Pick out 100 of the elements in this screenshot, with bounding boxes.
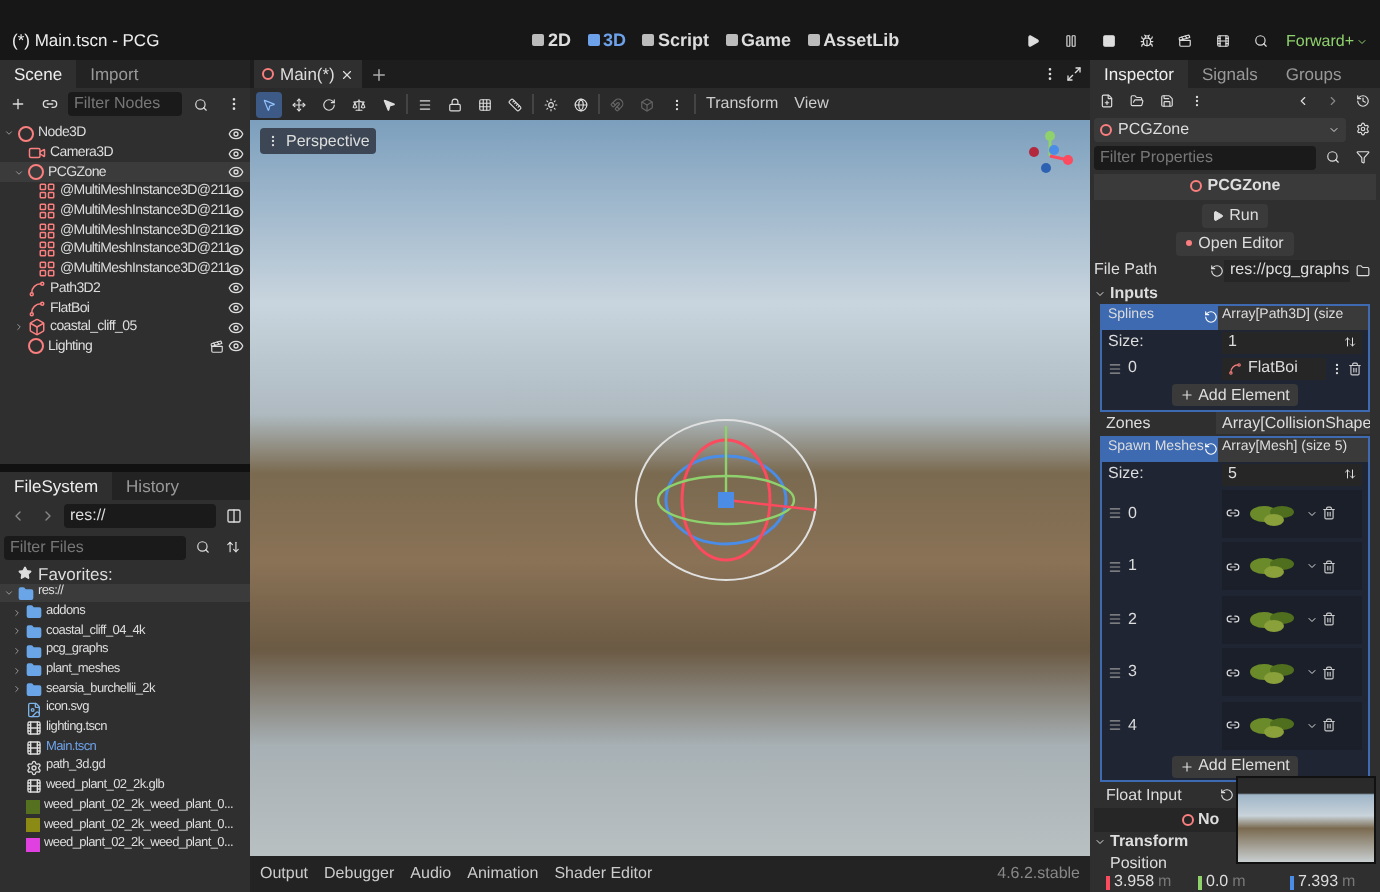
chevron-down-icon[interactable] xyxy=(14,167,24,178)
chevron-right-icon[interactable] xyxy=(14,322,24,333)
file-path-field[interactable]: res://pcg_graphs xyxy=(1224,259,1350,281)
eye-icon[interactable] xyxy=(228,338,244,355)
link-icon[interactable] xyxy=(1222,559,1242,574)
vector-field[interactable]: 3.958 m xyxy=(1106,870,1192,892)
open-editor-button[interactable]: Open Editor xyxy=(1176,231,1294,255)
trash-icon[interactable] xyxy=(1322,718,1336,733)
trash-icon[interactable] xyxy=(1322,612,1336,627)
filter-files-field[interactable]: Filter Files xyxy=(4,535,186,559)
mesh-icon xyxy=(28,318,46,337)
object-dropdown[interactable]: PCGZone xyxy=(1094,117,1346,141)
revert-icon[interactable] xyxy=(1220,788,1234,802)
size-spinbox[interactable]: 5 xyxy=(1222,463,1362,485)
eye-icon[interactable] xyxy=(228,241,244,258)
bottom-panel-tab[interactable]: Audio xyxy=(410,862,452,886)
chevron-down-icon[interactable] xyxy=(1306,560,1318,573)
path-field[interactable]: res:// xyxy=(64,504,216,528)
close-icon[interactable] xyxy=(340,67,355,81)
eye-icon[interactable] xyxy=(228,145,244,162)
chevron-down-icon[interactable] xyxy=(1094,836,1106,848)
trash-icon[interactable] xyxy=(1348,361,1362,375)
dock-tab[interactable]: Import xyxy=(76,60,153,88)
link-icon[interactable] xyxy=(1222,612,1242,627)
drag-handle-icon[interactable] xyxy=(1108,361,1122,375)
drag-handle-icon[interactable] xyxy=(1108,665,1122,680)
filter-properties-field[interactable]: Filter Properties xyxy=(1094,145,1316,169)
property-label: Zones xyxy=(1104,411,1153,435)
size-label: Size: xyxy=(1108,330,1146,354)
eye-icon[interactable] xyxy=(228,183,244,200)
drag-handle-icon[interactable] xyxy=(1108,718,1122,733)
dock-tab[interactable]: History xyxy=(112,472,193,500)
bottom-panel-tab[interactable]: Animation xyxy=(467,862,539,886)
dock-tab[interactable]: FileSystem xyxy=(0,472,113,500)
main-screen-tab[interactable]: Game xyxy=(725,27,792,54)
add-element-button[interactable]: Add Element xyxy=(1172,755,1298,777)
link-icon[interactable] xyxy=(1222,506,1242,521)
ring-icon xyxy=(28,164,44,181)
ring-icon xyxy=(18,125,34,142)
add-element-button[interactable]: Add Element xyxy=(1172,384,1298,406)
chevron-down-icon[interactable] xyxy=(1306,719,1318,732)
star-icon xyxy=(18,566,32,581)
chevron-down-icon[interactable] xyxy=(4,128,14,139)
section-heading[interactable]: Inputs xyxy=(1110,281,1158,305)
viewport-menu[interactable]: View xyxy=(788,92,835,116)
chevron-down-icon[interactable] xyxy=(1306,507,1318,520)
size-spinbox[interactable]: 1 xyxy=(1222,331,1362,353)
drag-handle-icon[interactable] xyxy=(1108,506,1122,521)
eye-icon[interactable] xyxy=(228,319,244,336)
eye-icon[interactable] xyxy=(228,222,244,239)
section-heading[interactable]: Transform xyxy=(1110,830,1189,854)
perspective-menu[interactable]: Perspective xyxy=(260,128,376,154)
eye-icon[interactable] xyxy=(228,203,244,220)
eye-icon[interactable] xyxy=(228,300,244,317)
bottom-panel-tab[interactable]: Debugger xyxy=(324,862,395,886)
drag-handle-icon[interactable] xyxy=(1108,612,1122,627)
screen-icon xyxy=(642,34,655,47)
image-icon xyxy=(26,701,42,718)
menu-dots-icon[interactable] xyxy=(1330,361,1344,375)
cursor-icon[interactable] xyxy=(256,91,282,117)
axis-marker xyxy=(1198,875,1202,889)
vector-field[interactable]: 0.0 m xyxy=(1198,870,1284,892)
dock-tab[interactable]: Scene xyxy=(0,60,77,88)
grid-icon xyxy=(38,182,56,201)
viewport-menu[interactable]: Transform xyxy=(700,92,785,116)
document-tab[interactable]: Main(*) xyxy=(254,60,363,88)
renderer-dropdown[interactable]: Forward+ xyxy=(1285,29,1368,53)
node-button[interactable]: No xyxy=(1182,808,1220,832)
trash-icon[interactable] xyxy=(1322,559,1336,574)
main-screen-tab[interactable]: Script xyxy=(642,27,710,54)
array-value[interactable]: Array[CollisionShape xyxy=(1216,412,1370,434)
link-icon[interactable] xyxy=(1222,665,1242,680)
main-screen-tab[interactable]: 2D xyxy=(532,27,572,54)
node-path-field[interactable]: FlatBoi xyxy=(1222,357,1326,379)
vector-field[interactable]: 7.393 m xyxy=(1290,870,1376,892)
main-screen-tab[interactable]: 3D xyxy=(587,27,627,54)
bottom-panel-tab[interactable]: Output xyxy=(260,862,309,886)
eye-icon[interactable] xyxy=(228,261,244,278)
eye-icon[interactable] xyxy=(228,164,244,181)
run-button[interactable]: Run xyxy=(1201,203,1269,227)
axis-marker xyxy=(1290,875,1294,889)
trash-icon[interactable] xyxy=(1322,506,1336,521)
bottom-panel-tab[interactable]: Shader Editor xyxy=(554,862,653,886)
link-icon[interactable] xyxy=(1222,718,1242,733)
eye-icon[interactable] xyxy=(228,280,244,297)
chevron-down-icon[interactable] xyxy=(4,588,14,599)
filter-nodes-field[interactable]: Filter Nodes xyxy=(68,92,182,116)
chevron-down-icon[interactable] xyxy=(1306,666,1318,679)
main-screen-tab[interactable]: AssetLib xyxy=(807,27,900,54)
chevron-down-icon[interactable] xyxy=(1094,287,1106,299)
dock-tab[interactable]: Signals xyxy=(1187,60,1272,87)
trash-icon[interactable] xyxy=(1322,665,1336,680)
eye-icon[interactable] xyxy=(228,125,244,142)
dock-tab[interactable]: Groups xyxy=(1271,60,1356,87)
axis-gizmo-icon[interactable] xyxy=(1026,130,1074,178)
dock-tab[interactable]: Inspector xyxy=(1090,60,1188,87)
revert-icon[interactable] xyxy=(1210,263,1224,277)
chevron-down-icon[interactable] xyxy=(1306,613,1318,626)
clapperboard-icon[interactable] xyxy=(210,339,224,354)
drag-handle-icon[interactable] xyxy=(1108,559,1122,574)
